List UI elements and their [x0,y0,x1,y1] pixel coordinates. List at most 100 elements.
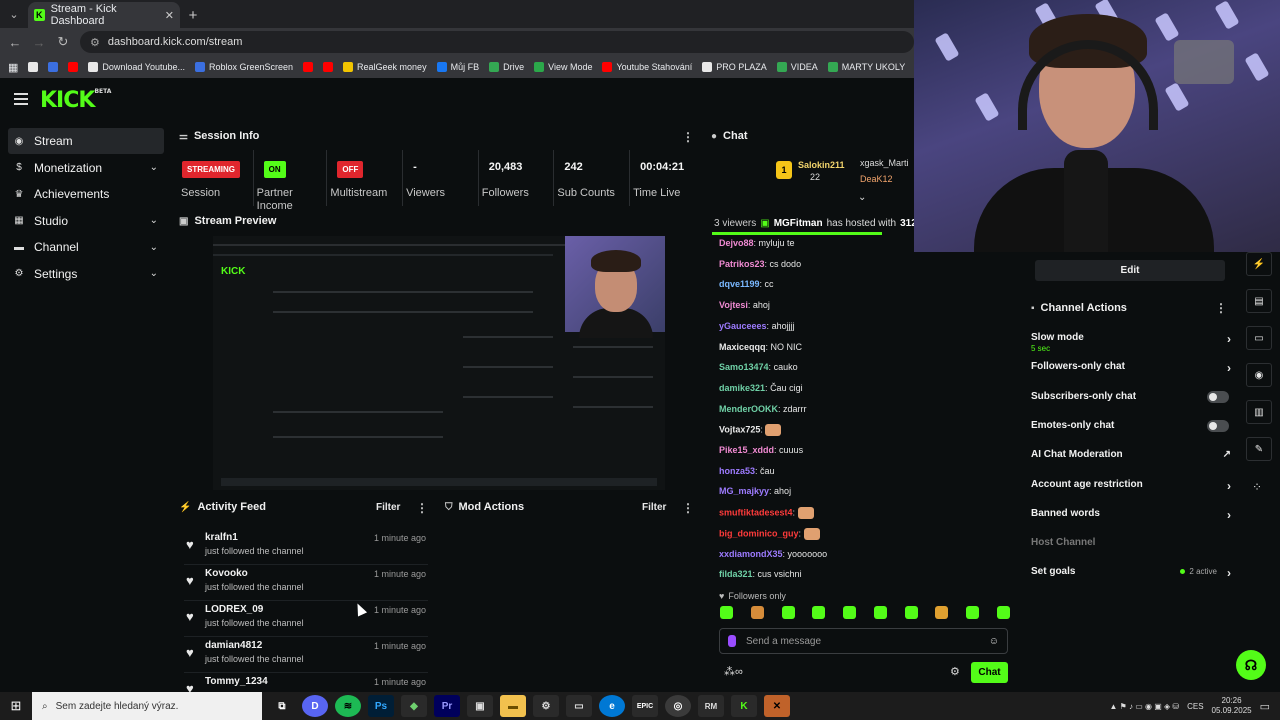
browser-tab[interactable]: K Stream - Kick Dashboard ✕ [28,2,180,28]
new-tab-icon[interactable]: + [180,2,206,28]
chat-username[interactable]: Vojtesi [719,300,748,310]
chat-tools-icon[interactable]: ⁂∞ [724,665,743,678]
back-icon[interactable]: ← [8,35,22,50]
chat-input[interactable]: Send a message ☺ [719,628,1008,654]
expand-leaderboard-icon[interactable]: ⌄ [858,192,866,203]
bookmark-item[interactable]: Roblox GreenScreen [194,62,293,72]
reload-icon[interactable]: ↻ [56,34,70,50]
session-more-icon[interactable]: ⋮ [682,130,694,144]
stream-preview-video[interactable]: KICK [213,236,665,490]
bookmark-item[interactable]: MARTY UKOLY [827,62,905,72]
emote-icon[interactable] [966,606,980,619]
emote-icon[interactable] [720,606,733,619]
channel-action-emotes-only-chat[interactable]: Emotes-only chat [1031,419,1231,432]
folder-icon[interactable]: ▬ [500,695,526,717]
activity-filter-button[interactable]: Filter [376,502,400,513]
chat-username[interactable]: Dejvo88 [719,238,754,248]
channel-action-subscribers-only-chat[interactable]: Subscribers-only chat [1031,390,1231,403]
channel-action-set-goals[interactable]: Set goals 2 active › [1031,566,1231,580]
taskbar-search[interactable]: ⌕ Sem zadejte hledaný výraz. [32,692,262,720]
lightning-action-icon[interactable]: ⚡ [1246,252,1272,276]
chat-username[interactable]: dqve1199 [719,279,760,289]
bookmark-item[interactable] [28,62,39,72]
bookmark-item[interactable]: View Mode [534,62,592,72]
bookmark-item[interactable] [48,62,59,72]
layers-icon[interactable]: ▥ [1246,400,1272,424]
channel-action-host-channel[interactable]: Host Channel [1031,537,1231,548]
activity-more-icon[interactable]: ⋮ [416,501,428,515]
send-chat-button[interactable]: Chat [971,662,1008,683]
chat-username[interactable]: xxdiamondX35 [719,549,783,559]
headset-help-button[interactable]: ☊ [1236,650,1266,680]
bookmark-item[interactable]: VIDEA [776,62,818,72]
tab-list-icon[interactable]: ⌄ [0,0,28,28]
follower-name[interactable]: damian4812 [205,640,262,651]
settings-app-icon[interactable]: ⚙ [533,695,559,717]
windows-start-icon[interactable]: ⊞ [0,692,32,720]
site-info-icon[interactable]: ⚙ [90,36,100,49]
channel-action-slow-mode[interactable]: Slow mode 5 sec › [1031,332,1231,353]
notifications-icon[interactable]: ▭ [1260,700,1270,713]
channel-actions-more-icon[interactable]: ⋮ [1215,301,1227,315]
epic-games-icon[interactable]: EPIC [632,695,658,717]
chat-username[interactable]: Patrikos23 [719,259,765,269]
chrome-icon[interactable]: ◎ [665,695,691,717]
status-badge[interactable]: OFF [337,161,364,178]
app-icon[interactable]: ◆ [401,695,427,717]
bookmark-item[interactable] [68,62,79,72]
channel-action-ai-chat-moderation[interactable]: AI Chat Moderation ↗ [1031,449,1231,460]
kick-logo[interactable]: KICKBETA [40,88,111,113]
emote-icon[interactable] [843,606,857,619]
emote-icon[interactable] [935,606,949,619]
chat-username[interactable]: damike321 [719,383,765,393]
follower-name[interactable]: Tommy_1234 [205,676,268,687]
chat-action-icon[interactable]: ▭ [1246,326,1272,350]
close-tab-icon[interactable]: ✕ [165,9,174,22]
chat-username[interactable]: MenderOOKK [719,404,778,414]
follower-name[interactable]: kralfn1 [205,532,238,543]
bookmark-item[interactable]: Youtube Stahování [602,62,692,72]
chat-username[interactable]: MG_majkyy [719,486,769,496]
emote-icon[interactable] [781,606,795,619]
chat-username[interactable]: Samo13474 [719,362,769,372]
emote-icon[interactable] [996,606,1010,619]
discord-icon[interactable]: D [302,695,328,717]
chat-username[interactable]: filda321 [719,569,753,579]
wrench-icon[interactable]: ✎ [1246,437,1272,461]
chat-username[interactable]: Maxiceqqq [719,342,766,352]
bookmark-item[interactable] [303,62,314,72]
terminal-app-icon[interactable]: ✕ [764,695,790,717]
bookmark-item[interactable]: Můj FB [436,62,479,72]
edit-button[interactable]: Edit [1035,260,1225,281]
rm-app-icon[interactable]: RM [698,695,724,717]
toggle-switch[interactable] [1207,390,1229,403]
emoji-icon[interactable]: ☺ [989,636,999,647]
follower-name[interactable]: LODREX_09 [205,604,263,615]
premiere-icon[interactable]: Pr [434,695,460,717]
sidebar-item-monetization[interactable]: $ Monetization ⌄ [8,155,164,181]
channel-action-banned-words[interactable]: Banned words › [1031,508,1231,522]
bookmark-item[interactable] [323,62,334,72]
emote-icon[interactable] [812,606,826,619]
chat-username[interactable]: honza53 [719,466,755,476]
toggle-switch[interactable] [1207,419,1229,432]
bookmark-item[interactable]: PRO PLAZA [702,62,767,72]
chat-username[interactable]: smuftiktadesest4 [719,507,793,517]
chat-username[interactable]: big_dominico_guy [719,528,799,538]
hamburger-menu-icon[interactable] [14,93,28,105]
emote-icon[interactable] [873,606,887,619]
chat-settings-icon[interactable]: ⚙ [950,665,960,678]
chat-username[interactable]: Pike15_xddd [719,445,774,455]
sidebar-item-settings[interactable]: ⚙ Settings ⌄ [8,261,164,287]
edge-icon[interactable]: e [599,695,625,717]
channel-action-account-age-restriction[interactable]: Account age restriction › [1031,479,1231,493]
chat-username[interactable]: yGauceees [719,321,767,331]
photoshop-icon[interactable]: Ps [368,695,394,717]
chat-username[interactable]: Vojtax725 [719,425,760,435]
apps-grid-icon[interactable]: ▦ [8,61,18,74]
channel-action-followers-only-chat[interactable]: Followers-only chat › [1031,361,1231,375]
tray-icons[interactable]: ▲ ⚑ ♪ ▭ ◉ ▣ ◈ ⛁ [1109,702,1179,711]
emote-icon[interactable] [750,606,764,619]
mod-more-icon[interactable]: ⋮ [682,501,694,515]
url-field[interactable]: ⚙ dashboard.kick.com/stream [80,31,914,53]
